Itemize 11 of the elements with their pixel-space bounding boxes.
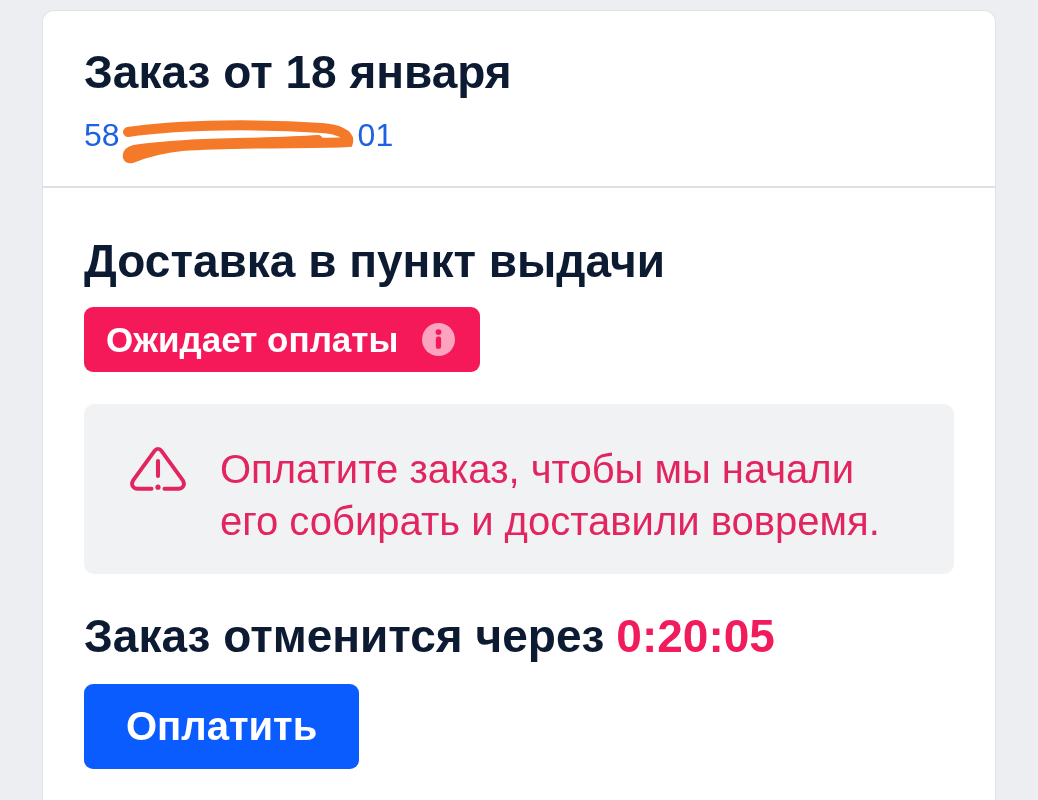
delivery-title: Доставка в пункт выдачи [84, 234, 665, 288]
order-number-link[interactable]: 58 [84, 115, 120, 155]
warning-triangle-icon [128, 446, 188, 492]
cancel-countdown-label: Заказ отменится через [84, 609, 605, 663]
pay-button[interactable]: Оплатить [84, 684, 360, 769]
order-title: Заказ от 18 января [84, 45, 512, 99]
info-icon [422, 323, 456, 356]
warning-message: Оплатите заказ, чтобы мы начали его собирать и доставили вовремя. [220, 446, 881, 545]
order-number-link[interactable]: 01 [357, 115, 394, 155]
status-label: Ожидает оплаты [106, 319, 399, 360]
countdown-timer: 0:20:05 [616, 609, 775, 663]
